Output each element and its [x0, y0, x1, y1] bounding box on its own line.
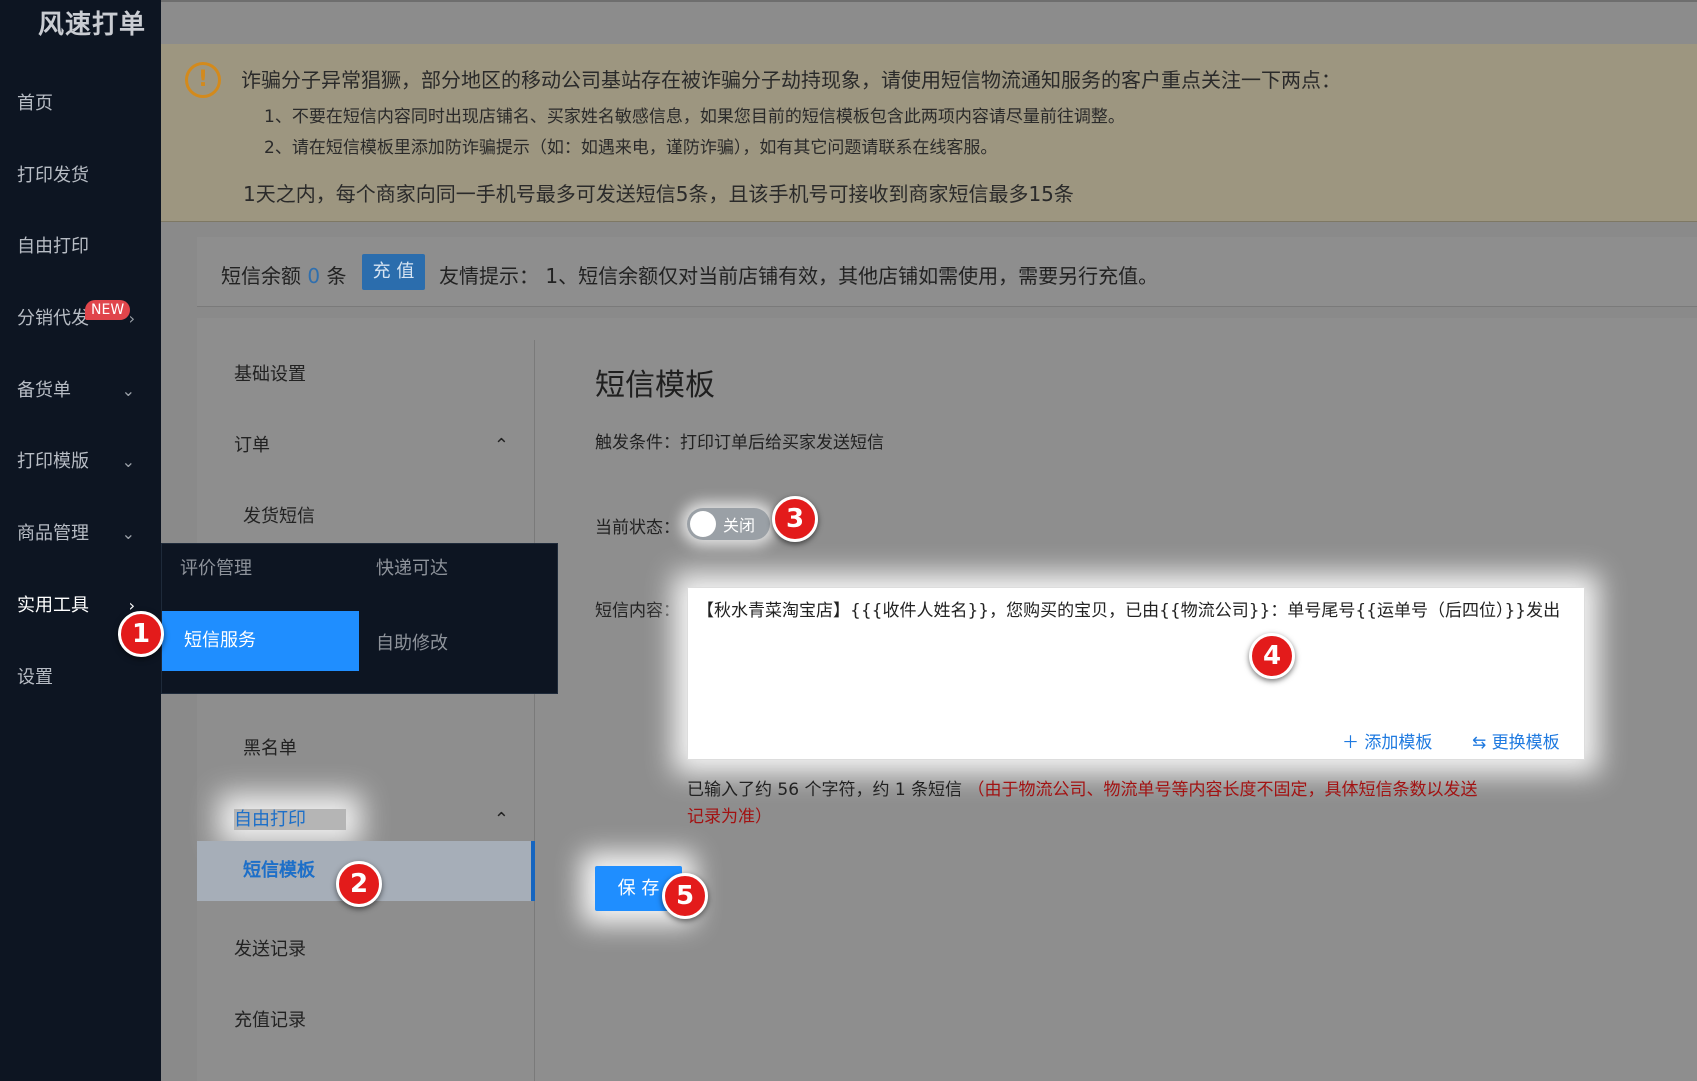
sidebar-item-settings[interactable]: 设置: [0, 653, 161, 703]
char-count: 已输入了约 56 个字符，约 1 条短信 （由于物流公司、物流单号等内容长度不固…: [687, 775, 1477, 800]
content-label: 短信内容：: [595, 601, 680, 621]
sidebar-item-stock-list[interactable]: 备货单 ⌄: [0, 366, 161, 416]
submenu-label: 短信模板: [243, 860, 315, 881]
recharge-button[interactable]: 充 值: [362, 254, 425, 290]
warning-icon: !: [185, 62, 221, 98]
sms-balance-bar: 短信余额 0 条 充 值 友情提示： 1、短信余额仅对当前店铺有效，其他店铺如需…: [197, 237, 1697, 307]
length-warning-cont: 记录为准）: [687, 807, 772, 827]
submenu-basic-settings[interactable]: 基础设置: [197, 340, 535, 410]
alert-line-2: 2、请在短信模板里添加防诈骗提示（如：如遇来电，谨防诈骗），如有其它问题请联系在…: [264, 138, 998, 158]
alert-title: 诈骗分子异常猖獗，部分地区的移动公司基站存在被诈骗分子劫持现象，请使用短信物流通…: [241, 68, 1341, 92]
flyout-item-express[interactable]: 快递可达: [376, 554, 448, 580]
chevron-down-icon: ⌄: [121, 524, 135, 543]
sidebar-item-label: 自由打印: [17, 236, 89, 257]
top-bar: [161, 0, 1697, 44]
char-count-text: 已输入了约 56 个字符，约 1 条短信: [687, 780, 963, 800]
sidebar-item-label: 打印发货: [17, 165, 89, 186]
chevron-up-icon: ⌃: [493, 435, 509, 456]
chevron-down-icon: ⌄: [121, 452, 135, 471]
settings-submenu: 基础设置 订单 ⌃ 发货短信 黑名单 自由打印 ⌃ 短信模板 发送记录 充值记录: [197, 340, 535, 1081]
sidebar-item-product-mgmt[interactable]: 商品管理 ⌄: [0, 509, 161, 559]
length-warning: （由于物流公司、物流单号等内容长度不固定，具体短信条数以发送: [967, 780, 1478, 800]
fraud-alert: ! 诈骗分子异常猖獗，部分地区的移动公司基站存在被诈骗分子劫持现象，请使用短信物…: [161, 44, 1697, 222]
toggle-knob: [690, 511, 716, 537]
chevron-right-icon: ›: [128, 309, 135, 328]
sidebar-item-label: 首页: [17, 93, 53, 114]
balance-prefix: 短信余额: [221, 264, 301, 288]
change-template-link[interactable]: ⇆ 更换模板: [1472, 728, 1560, 753]
sidebar-item-label: 分销代发: [17, 308, 89, 329]
sidebar-item-print-template[interactable]: 打印模版 ⌄: [0, 437, 161, 487]
sidebar-item-label: 实用工具: [17, 595, 89, 616]
sidebar-item-home[interactable]: 首页: [0, 79, 161, 129]
add-template-link[interactable]: ＋ 添加模板: [1342, 728, 1432, 753]
status-label: 当前状态：: [595, 518, 680, 538]
sidebar-item-label: 打印模版: [17, 451, 89, 472]
status-toggle[interactable]: 关闭: [687, 508, 770, 540]
balance-count: 0: [307, 264, 321, 288]
sidebar-item-label: 备货单: [17, 380, 71, 401]
step-marker-1: 1: [118, 611, 164, 657]
sidebar: 风速打单 首页 打印发货 自由打印 分销代发 NEW › 备货单 ⌄ 打印模版 …: [0, 0, 161, 1081]
tools-flyout-menu: 评价管理 快递可达 短信服务 自助修改: [161, 543, 558, 694]
submenu-blacklist[interactable]: 黑名单: [197, 714, 535, 784]
sidebar-item-free-print[interactable]: 自由打印: [0, 222, 161, 272]
sidebar-item-print-ship[interactable]: 打印发货: [0, 151, 161, 201]
submenu-label: 订单: [234, 435, 270, 456]
sms-content-textarea[interactable]: 【秋水青菜淘宝店】{{{收件人姓名}}，您购买的宝贝，已由{{物流公司}}：单号…: [687, 587, 1585, 760]
step-marker-5: 5: [662, 873, 708, 919]
flyout-item-sms-service[interactable]: 短信服务: [162, 611, 359, 671]
submenu-recharge-records[interactable]: 充值记录: [197, 986, 535, 1056]
flyout-item-self-edit[interactable]: 自助修改: [376, 629, 448, 655]
submenu-order[interactable]: 订单 ⌃: [197, 411, 535, 481]
submenu-ship-sms[interactable]: 发货短信: [197, 482, 535, 552]
sidebar-item-label: 商品管理: [17, 523, 89, 544]
sms-limit-note: 1天之内，每个商家向同一手机号最多可发送短信5条，且该手机号可接收到商家短信最多…: [243, 182, 1074, 206]
chevron-down-icon: ⌄: [121, 381, 135, 400]
sidebar-item-distribution[interactable]: 分销代发 NEW ›: [0, 294, 161, 344]
submenu-send-records[interactable]: 发送记录: [197, 915, 535, 985]
sms-content-text: 【秋水青菜淘宝店】{{{收件人姓名}}，您购买的宝贝，已由{{物流公司}}：单号…: [697, 601, 1561, 621]
balance-unit: 条: [326, 264, 347, 288]
step-marker-3: 3: [772, 496, 818, 542]
toggle-label: 关闭: [723, 516, 756, 535]
balance-tip: 友情提示： 1、短信余额仅对当前店铺有效，其他店铺如需使用，需要另行充值。: [439, 264, 1159, 288]
submenu-label: 自由打印: [234, 809, 346, 830]
flyout-item-review[interactable]: 评价管理: [180, 554, 252, 580]
alert-line-1: 1、不要在短信内容同时出现店铺名、买家姓名敏感信息，如果您目前的短信模板包含此两…: [264, 107, 1125, 127]
new-badge: NEW: [85, 300, 131, 320]
balance-label: 短信余额 0 条: [221, 260, 346, 289]
app-logo: 风速打单: [38, 10, 147, 40]
trigger-condition: 触发条件：打印订单后给买家发送短信: [595, 433, 884, 453]
step-marker-2: 2: [336, 861, 382, 907]
step-marker-4: 4: [1249, 633, 1295, 679]
page-title: 短信模板: [595, 368, 715, 403]
sidebar-item-label: 设置: [17, 667, 53, 688]
